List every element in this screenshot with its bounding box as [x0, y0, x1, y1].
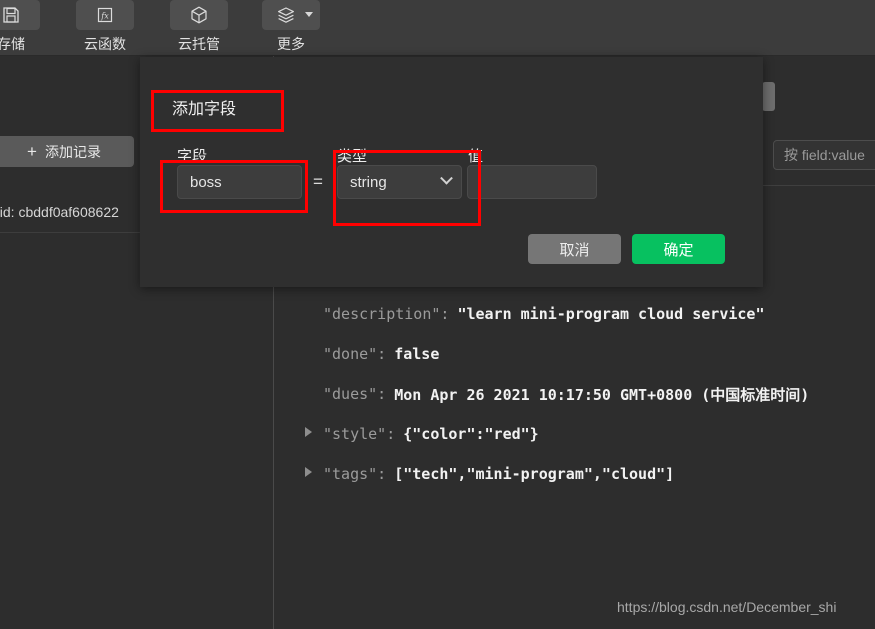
field-name-input-value: boss	[190, 173, 222, 191]
dialog-title: 添加字段	[172, 101, 237, 118]
json-key: "tags":	[323, 465, 387, 483]
confirm-button[interactable]: 确定	[632, 234, 725, 264]
fx-box-icon: fx	[76, 0, 134, 30]
json-row[interactable]: "dues": Mon Apr 26 2021 10:17:50 GMT+080…	[275, 374, 875, 414]
add-field-dialog: 添加字段 字段 类型 值 boss = string 取消 确定	[140, 57, 763, 287]
json-row[interactable]: "style": {"color":"red"}	[275, 414, 875, 454]
json-value: {"color":"red"}	[403, 425, 539, 443]
search-placeholder: 按 field:value	[784, 147, 865, 163]
json-value: false	[394, 345, 440, 363]
list-item[interactable]: _id: cbddf0af608622	[0, 199, 142, 225]
toolbar-item-cloud-function-label: 云函数	[84, 36, 126, 52]
cancel-button-label: 取消	[559, 241, 590, 259]
watermark: https://blog.csdn.net/December_shi	[617, 599, 837, 615]
field-type-label: 类型	[337, 148, 368, 165]
json-row[interactable]: "description": "learn mini-program cloud…	[275, 294, 875, 334]
json-row[interactable]: "tags": ["tech","mini-program","cloud"]	[275, 454, 875, 494]
field-name-label: 字段	[177, 148, 208, 165]
json-key: "done":	[323, 345, 387, 363]
expand-arrow-icon[interactable]	[305, 467, 312, 477]
svg-text:fx: fx	[100, 12, 109, 21]
json-row[interactable]: "done": false	[275, 334, 875, 374]
json-viewer: "description": "learn mini-program cloud…	[275, 294, 875, 574]
json-value: ["tech","mini-program","cloud"]	[394, 465, 675, 483]
layers-icon	[262, 0, 320, 30]
equals-sign: =	[313, 172, 323, 191]
field-type-select[interactable]: string	[337, 165, 462, 199]
toolbar-item-storage[interactable]: 存储	[0, 0, 40, 56]
toolbar-item-more[interactable]: 更多	[262, 0, 320, 56]
cube-icon	[170, 0, 228, 30]
toolbar-item-cloud-hosting[interactable]: 云托管	[170, 0, 228, 56]
vertical-scrollbar-thumb[interactable]	[762, 82, 775, 111]
cancel-button[interactable]: 取消	[528, 234, 621, 264]
field-name-input[interactable]: boss	[177, 165, 302, 199]
app-root: 存储 fx 云函数 云托管 更多 + 添加记录 _id: cbddf0af608…	[0, 0, 875, 629]
chevron-down-icon	[440, 171, 453, 185]
json-key: "style":	[323, 425, 396, 443]
toolbar-item-cloud-hosting-label: 云托管	[178, 36, 220, 52]
add-record-button-label: 添加记录	[44, 143, 101, 160]
top-toolbar: 存储 fx 云函数 云托管 更多	[0, 0, 875, 56]
save-icon	[0, 0, 40, 30]
json-value: "learn mini-program cloud service"	[457, 305, 765, 323]
plus-icon: +	[27, 142, 37, 161]
chevron-down-icon[interactable]	[305, 12, 313, 17]
expand-arrow-icon[interactable]	[305, 427, 312, 437]
json-value: Mon Apr 26 2021 10:17:50 GMT+0800 (中国标准时…	[394, 385, 810, 404]
add-record-button[interactable]: + 添加记录	[0, 136, 134, 167]
record-id-text: _id: cbddf0af608622	[0, 204, 119, 220]
field-value-input[interactable]	[467, 165, 597, 199]
search-input[interactable]: 按 field:value	[773, 140, 875, 170]
toolbar-item-storage-label: 存储	[0, 36, 25, 52]
toolbar-item-cloud-function[interactable]: fx 云函数	[76, 0, 134, 56]
field-value-label: 值	[468, 148, 484, 165]
field-type-select-value: string	[350, 173, 387, 191]
json-key: "description":	[323, 305, 450, 323]
toolbar-item-more-label: 更多	[277, 36, 305, 52]
json-key: "dues":	[323, 385, 387, 403]
confirm-button-label: 确定	[663, 241, 694, 259]
